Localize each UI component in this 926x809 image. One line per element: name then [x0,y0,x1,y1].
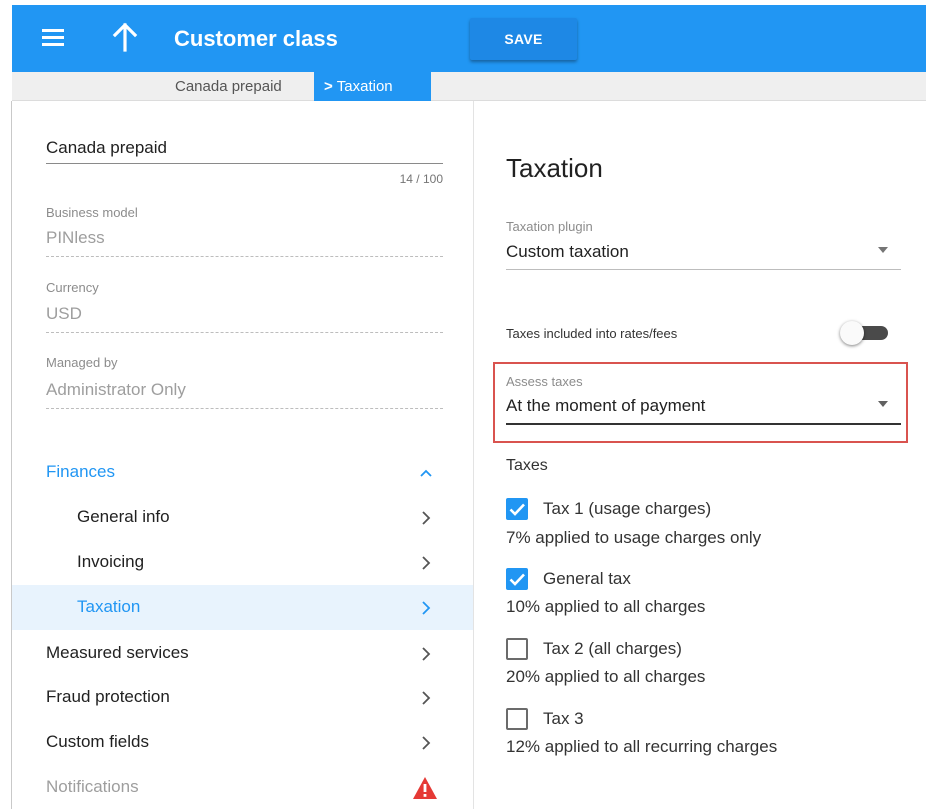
dropdown-arrow-icon[interactable] [878,247,888,253]
taxes-included-toggle[interactable] [840,321,890,345]
chevron-right-icon [422,736,431,750]
chevron-right-icon [422,691,431,705]
chevron-up-icon [420,469,432,477]
nav-taxation-label: Taxation [77,597,141,616]
nav-finances[interactable]: Finances [12,450,473,495]
tax-1-name: Tax 1 (usage charges) [543,499,712,518]
nav-custom-fields[interactable]: Custom fields [12,720,473,765]
breadcrumb-current: > Taxation [314,72,431,101]
char-counter: 14 / 100 [399,172,443,186]
taxation-plugin-label: Taxation plugin [506,219,593,234]
managed-by-value: Administrator Only [46,380,186,399]
currency-value: USD [46,304,82,323]
tax-3-checkbox[interactable] [506,708,528,730]
app-header: Customer class SAVE [12,5,926,72]
tax-1-description: 7% applied to usage charges only [506,528,762,547]
nav-finances-label: Finances [46,462,115,481]
nav-measured-services-label: Measured services [46,643,189,662]
section-title: Taxation [506,153,603,183]
nav-invoicing-label: Invoicing [77,552,145,571]
nav-general-info[interactable]: General info [12,495,473,540]
tax-3-description: 12% applied to all recurring charges [506,737,778,756]
nav-invoicing[interactable]: Invoicing [12,540,473,585]
chevron-right-icon [422,601,431,615]
save-button[interactable]: SAVE [470,18,577,60]
nav-fraud-protection[interactable]: Fraud protection [12,675,473,720]
taxation-plugin-underline [506,269,901,270]
nav-fraud-protection-label: Fraud protection [46,687,170,706]
taxes-heading: Taxes [506,457,548,474]
name-input[interactable]: Canada prepaid [46,138,167,158]
tax-1-checkbox[interactable] [506,498,528,520]
nav-notifications-label: Notifications [46,777,139,796]
breadcrumb-parent[interactable]: Canada prepaid [175,78,282,95]
general-tax-description: 10% applied to all charges [506,597,706,616]
panel-divider [473,101,474,809]
tax-3-name: Tax 3 [543,709,584,728]
toggle-knob [840,321,864,345]
nav-measured-services[interactable]: Measured services [12,631,473,676]
divider [46,408,443,409]
taxes-included-label: Taxes included into rates/fees [506,326,678,341]
divider [46,256,443,257]
chevron-right-icon [422,647,431,661]
breadcrumb-current-label: Taxation [336,78,393,95]
assess-taxes-underline [506,423,901,425]
business-model-label: Business model [46,205,138,220]
business-model-value: PINless [46,228,105,247]
name-underline [46,163,443,164]
tax-2-checkbox[interactable] [506,638,528,660]
warning-icon [413,777,437,799]
assess-taxes-value[interactable]: At the moment of payment [506,396,705,416]
tax-2-name: Tax 2 (all charges) [543,639,682,658]
currency-label: Currency [46,280,99,295]
menu-icon[interactable] [42,29,64,46]
check-icon [509,503,525,516]
nav-taxation[interactable]: Taxation [12,585,473,630]
assess-taxes-label: Assess taxes [506,374,583,389]
breadcrumb: Canada prepaid > Taxation [12,72,926,101]
chevron-right-icon: > [324,78,333,95]
nav-custom-fields-label: Custom fields [46,732,149,751]
tax-2-description: 20% applied to all charges [506,667,706,686]
check-icon [509,573,525,586]
arrow-up-icon[interactable] [112,22,138,52]
managed-by-label: Managed by [46,355,118,370]
nav-general-info-label: General info [77,507,170,526]
nav-notifications[interactable]: Notifications [12,765,473,809]
chevron-right-icon [422,511,431,525]
general-tax-name: General tax [543,569,631,588]
page-title: Customer class [174,26,338,51]
taxation-plugin-value[interactable]: Custom taxation [506,242,629,262]
divider [46,332,443,333]
dropdown-arrow-icon[interactable] [878,401,888,407]
general-tax-checkbox[interactable] [506,568,528,590]
chevron-right-icon [422,556,431,570]
